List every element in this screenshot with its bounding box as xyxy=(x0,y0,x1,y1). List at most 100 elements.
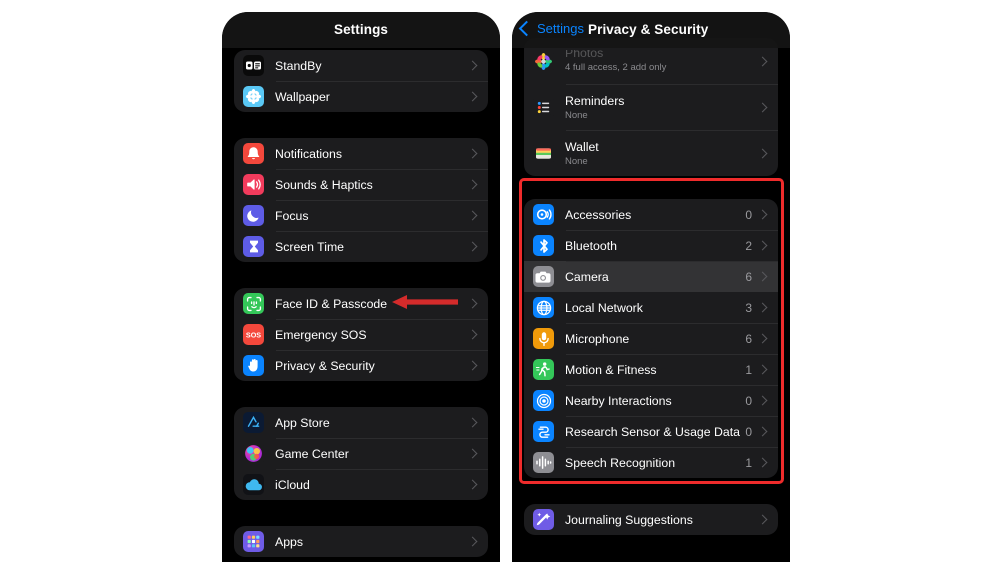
list-item[interactable]: Apps xyxy=(234,526,488,557)
list-item[interactable]: Microphone 6 xyxy=(524,323,778,354)
page-title: Settings xyxy=(333,22,389,37)
face-id-icon xyxy=(243,293,264,314)
list-item-label: Wallet xyxy=(565,139,599,154)
list-item-label: Wallpaper xyxy=(275,89,330,104)
privacy-scroll-content[interactable]: Photos 4 full access, 2 add only Reminders… xyxy=(512,12,790,562)
list-item-label: Research Sensor & Usage Data xyxy=(565,424,740,439)
chevron-right-icon xyxy=(757,102,768,112)
list-item[interactable]: StandBy xyxy=(234,50,488,81)
list-item-count: 0 xyxy=(745,207,752,222)
list-item[interactable]: Nearby Interactions 0 xyxy=(524,385,778,416)
chevron-right-icon xyxy=(467,298,478,309)
list-item-count: 6 xyxy=(745,331,752,346)
security-group: Face ID & Passcode SOS Emergency SOS Privac… xyxy=(234,288,488,381)
left-navbar: Settings xyxy=(222,12,500,48)
chevron-right-icon xyxy=(757,302,768,313)
local-network-icon xyxy=(533,297,554,318)
photos-icon xyxy=(533,50,554,72)
list-item[interactable]: Bluetooth 2 xyxy=(524,230,778,261)
list-item-label: Notifications xyxy=(275,146,342,161)
list-item[interactable]: Camera 6 xyxy=(524,261,778,292)
chevron-right-icon xyxy=(757,56,768,66)
chevron-right-icon xyxy=(467,148,478,159)
speech-recognition-icon xyxy=(533,452,554,473)
list-item-label: Screen Time xyxy=(275,239,345,254)
app-store-icon xyxy=(243,412,264,433)
nearby-interactions-icon xyxy=(533,390,554,411)
list-item-label: Motion & Fitness xyxy=(565,362,657,377)
list-item[interactable]: Game Center xyxy=(234,438,488,469)
list-item[interactable]: App Store xyxy=(234,407,488,438)
accessories-icon xyxy=(533,204,554,225)
wallpaper-icon xyxy=(243,86,264,107)
list-item[interactable]: Focus xyxy=(234,200,488,231)
chevron-right-icon xyxy=(757,457,768,468)
list-item[interactable]: Accessories 0 xyxy=(524,199,778,230)
list-item-subtitle: None xyxy=(565,155,588,167)
chevron-right-icon xyxy=(467,417,478,428)
chevron-right-icon xyxy=(757,271,768,282)
list-item-label: Game Center xyxy=(275,446,349,461)
list-item[interactable]: Local Network 3 xyxy=(524,292,778,323)
wallet-icon xyxy=(533,142,554,164)
list-item-count: 2 xyxy=(745,238,752,253)
app-data-group: Photos 4 full access, 2 add only Reminders… xyxy=(524,38,778,176)
list-item-text: Reminders None xyxy=(565,94,759,121)
list-item-subtitle: 4 full access, 2 add only xyxy=(565,61,667,73)
list-item-label: Face ID & Passcode xyxy=(275,296,388,311)
chevron-right-icon xyxy=(467,179,478,190)
chevron-right-icon xyxy=(757,426,768,437)
list-item-count: 0 xyxy=(745,393,752,408)
list-item[interactable]: Privacy & Security xyxy=(234,350,488,381)
list-item[interactable]: iCloud xyxy=(234,469,488,500)
privacy-phone-right: Photos 4 full access, 2 add only Reminders… xyxy=(512,12,790,562)
list-item[interactable]: Wallpaper xyxy=(234,81,488,112)
list-item-text: Wallet None xyxy=(565,140,759,167)
list-item[interactable]: Journaling Suggestions xyxy=(524,504,778,535)
list-item[interactable]: Motion & Fitness 1 xyxy=(524,354,778,385)
list-item-label: Accessories xyxy=(565,207,632,222)
list-item-text: Photos 4 full access, 2 add only xyxy=(565,50,759,73)
chevron-right-icon xyxy=(467,60,478,71)
list-item-count: 0 xyxy=(745,424,752,439)
list-item[interactable]: Research Sensor & Usage Data 0 xyxy=(524,416,778,447)
chevron-right-icon xyxy=(467,91,478,102)
list-item-label: Camera xyxy=(565,269,609,284)
list-item[interactable]: Notifications xyxy=(234,138,488,169)
list-item-label: Nearby Interactions xyxy=(565,393,672,408)
chevron-right-icon xyxy=(467,479,478,490)
list-item[interactable]: Reminders None xyxy=(524,84,778,130)
motion-fitness-icon xyxy=(533,359,554,380)
list-item-count: 3 xyxy=(745,300,752,315)
display-group: StandBy Wallpaper xyxy=(234,50,488,112)
list-item-label: StandBy xyxy=(275,58,322,73)
list-item-label: Apps xyxy=(275,534,304,549)
back-button[interactable]: Settings xyxy=(518,20,584,37)
list-item[interactable]: Wallet None xyxy=(524,130,778,176)
list-item-label: Privacy & Security xyxy=(275,358,375,373)
list-item-label: Reminders xyxy=(565,93,625,108)
chevron-right-icon xyxy=(467,536,478,547)
chevron-right-icon xyxy=(757,364,768,375)
list-item[interactable]: Face ID & Passcode xyxy=(234,288,488,319)
bell-icon xyxy=(243,143,264,164)
list-item[interactable]: Speech Recognition 1 xyxy=(524,447,778,478)
chevron-right-icon xyxy=(467,210,478,221)
chevron-right-icon xyxy=(757,395,768,406)
hourglass-icon xyxy=(243,236,264,257)
list-item-label: Journaling Suggestions xyxy=(565,512,693,527)
list-item-label: Bluetooth xyxy=(565,238,617,253)
chevron-right-icon xyxy=(757,240,768,251)
list-item-count: 1 xyxy=(745,362,752,377)
settings-scroll-content[interactable]: StandBy Wallpaper Notifications Sounds & Ha… xyxy=(222,12,500,562)
list-item[interactable]: SOS Emergency SOS xyxy=(234,319,488,350)
hand-icon xyxy=(243,355,264,376)
apps-icon xyxy=(243,531,264,552)
back-button-label: Settings xyxy=(537,21,584,36)
journaling-icon xyxy=(533,509,554,530)
list-item[interactable]: Sounds & Haptics xyxy=(234,169,488,200)
research-sensor-icon xyxy=(533,421,554,442)
list-item-label: Emergency SOS xyxy=(275,327,367,342)
list-item[interactable]: Screen Time xyxy=(234,231,488,262)
services-group: App Store Game Center iCloud xyxy=(234,407,488,500)
